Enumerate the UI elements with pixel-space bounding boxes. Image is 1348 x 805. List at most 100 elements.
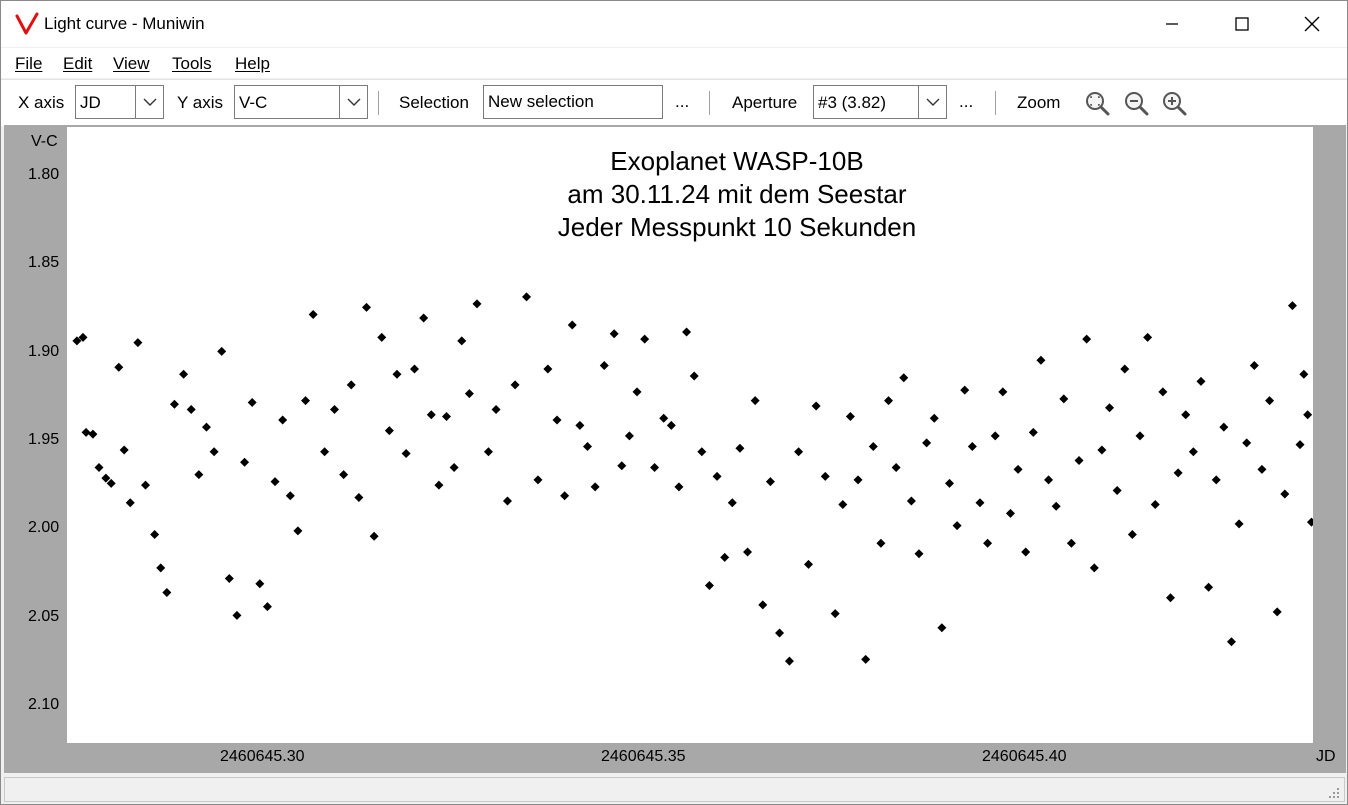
data-point[interactable] xyxy=(735,443,745,453)
maximize-button[interactable] xyxy=(1207,1,1277,47)
data-point[interactable] xyxy=(820,471,830,481)
data-point[interactable] xyxy=(967,441,977,451)
data-point[interactable] xyxy=(1066,538,1076,548)
data-point[interactable] xyxy=(240,457,250,467)
data-point[interactable] xyxy=(426,410,436,420)
data-point[interactable] xyxy=(232,610,242,620)
data-point[interactable] xyxy=(998,387,1008,397)
y-axis-select[interactable]: V-C xyxy=(234,85,368,119)
data-point[interactable] xyxy=(1150,500,1160,510)
data-point[interactable] xyxy=(94,463,104,473)
data-point[interactable] xyxy=(1173,468,1183,478)
data-point[interactable] xyxy=(1143,332,1153,342)
data-point[interactable] xyxy=(114,362,124,372)
data-point[interactable] xyxy=(1051,501,1061,511)
data-point[interactable] xyxy=(88,429,98,439)
data-point[interactable] xyxy=(650,463,660,473)
data-point[interactable] xyxy=(861,654,871,664)
data-point[interactable] xyxy=(929,413,939,423)
data-point[interactable] xyxy=(1089,563,1099,573)
data-point[interactable] xyxy=(125,498,135,508)
data-point[interactable] xyxy=(1234,519,1244,529)
data-point[interactable] xyxy=(1287,301,1297,311)
data-point[interactable] xyxy=(339,470,349,480)
data-point[interactable] xyxy=(369,531,379,541)
data-point[interactable] xyxy=(119,445,129,455)
data-point[interactable] xyxy=(583,441,593,451)
selection-more-button[interactable]: ... xyxy=(675,92,689,112)
data-point[interactable] xyxy=(377,332,387,342)
data-point[interactable] xyxy=(1036,355,1046,365)
data-point[interactable] xyxy=(329,404,339,414)
data-point[interactable] xyxy=(301,396,311,406)
data-point[interactable] xyxy=(830,609,840,619)
data-point[interactable] xyxy=(434,480,444,490)
data-point[interactable] xyxy=(990,431,1000,441)
data-point[interactable] xyxy=(1299,369,1309,379)
data-point[interactable] xyxy=(1249,360,1259,370)
data-point[interactable] xyxy=(491,404,501,414)
data-point[interactable] xyxy=(201,422,211,432)
data-point[interactable] xyxy=(1188,447,1198,457)
data-point[interactable] xyxy=(162,588,172,598)
data-point[interactable] xyxy=(590,482,600,492)
data-point[interactable] xyxy=(1112,485,1122,495)
data-point[interactable] xyxy=(308,309,318,319)
zoom-fit-icon[interactable] xyxy=(1083,89,1111,117)
data-point[interactable] xyxy=(179,369,189,379)
data-point[interactable] xyxy=(1097,445,1107,455)
data-point[interactable] xyxy=(140,480,150,490)
data-point[interactable] xyxy=(1295,440,1305,450)
data-point[interactable] xyxy=(891,463,901,473)
menu-tools[interactable]: Tools xyxy=(172,54,212,74)
data-point[interactable] xyxy=(255,579,265,589)
data-point[interactable] xyxy=(1005,508,1015,518)
menu-view[interactable]: View xyxy=(113,54,150,74)
data-point[interactable] xyxy=(868,441,878,451)
data-point[interactable] xyxy=(262,602,272,612)
data-point[interactable] xyxy=(937,623,947,633)
light-curve-chart[interactable]: V-C 1.80 1.85 1.90 1.95 2.00 2.05 2.10 E… xyxy=(4,125,1346,773)
data-point[interactable] xyxy=(640,334,650,344)
data-point[interactable] xyxy=(457,336,467,346)
data-point[interactable] xyxy=(552,415,562,425)
resize-grip-icon[interactable] xyxy=(1326,785,1340,799)
menu-file[interactable]: File xyxy=(15,54,42,74)
data-point[interactable] xyxy=(659,413,669,423)
data-point[interactable] xyxy=(419,313,429,323)
data-point[interactable] xyxy=(682,327,692,337)
data-point[interactable] xyxy=(502,496,512,506)
data-point[interactable] xyxy=(533,475,543,485)
data-point[interactable] xyxy=(410,364,420,374)
chevron-down-icon[interactable] xyxy=(339,86,367,118)
data-point[interactable] xyxy=(293,526,303,536)
data-point[interactable] xyxy=(599,360,609,370)
data-point[interactable] xyxy=(270,477,280,487)
data-point[interactable] xyxy=(784,656,794,666)
data-point[interactable] xyxy=(1303,410,1313,420)
data-point[interactable] xyxy=(1265,396,1275,406)
data-point[interactable] xyxy=(632,387,642,397)
data-point[interactable] xyxy=(1105,403,1115,413)
data-point[interactable] xyxy=(666,420,676,430)
data-point[interactable] xyxy=(712,471,722,481)
data-point[interactable] xyxy=(1204,582,1214,592)
data-point[interactable] xyxy=(522,292,532,302)
aperture-select[interactable]: #3 (3.82) xyxy=(813,85,947,119)
data-point[interactable] xyxy=(320,447,330,457)
data-point[interactable] xyxy=(442,412,452,422)
data-point[interactable] xyxy=(697,447,707,457)
data-point[interactable] xyxy=(750,396,760,406)
data-point[interactable] xyxy=(944,478,954,488)
data-point[interactable] xyxy=(217,346,227,356)
data-point[interactable] xyxy=(617,461,627,471)
data-point[interactable] xyxy=(346,380,356,390)
data-point[interactable] xyxy=(81,427,91,437)
data-point[interactable] xyxy=(922,438,932,448)
data-point[interactable] xyxy=(354,492,364,502)
data-point[interactable] xyxy=(1120,364,1130,374)
data-point[interactable] xyxy=(853,475,863,485)
data-point[interactable] xyxy=(1028,427,1038,437)
data-point[interactable] xyxy=(674,482,684,492)
menu-edit[interactable]: Edit xyxy=(63,54,92,74)
